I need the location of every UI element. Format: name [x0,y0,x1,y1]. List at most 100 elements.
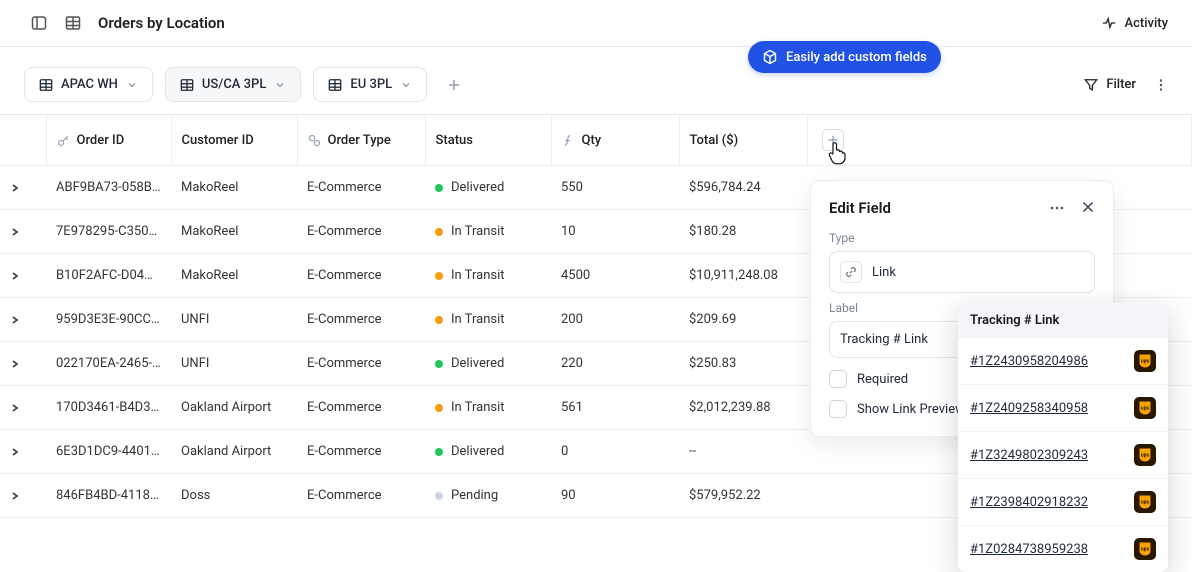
tracking-link-row[interactable]: #1Z2430958204986 ups [958,338,1168,385]
order-type-cell: E-Commerce [297,386,425,430]
tab-apac-wh[interactable]: APAC WH [24,67,153,102]
status-dot-icon [435,272,443,280]
panel-more-button[interactable] [1049,200,1065,216]
order-type-cell: E-Commerce [297,210,425,254]
tracking-link-row[interactable]: #1Z2409258340958 ups [958,385,1168,432]
checkbox-icon [829,400,847,418]
status-dot-icon [435,492,443,500]
plus-icon [827,134,839,146]
filter-button[interactable]: Filter [1084,77,1136,92]
total-cell: $10,911,248.08 [679,254,807,298]
order-type-cell: E-Commerce [297,254,425,298]
tab-label: US/CA 3PL [202,77,267,92]
qty-cell: 10 [551,210,679,254]
order-id-cell: ABF9BA73-058B… [46,166,171,210]
panel-toggle-icon[interactable] [30,14,48,32]
expand-caret[interactable] [0,474,46,518]
total-cell: $2,012,239.88 [679,386,807,430]
customer-id-cell: MakoReel [171,166,297,210]
qty-cell: 90 [551,474,679,518]
customer-id-header[interactable]: Customer ID [171,115,297,166]
qty-header[interactable]: Qty [551,115,679,166]
customer-id-cell: Oakland Airport [171,430,297,474]
tracking-link[interactable]: #1Z0284738959238 [970,542,1088,557]
panel-close-button[interactable] [1081,200,1095,216]
type-select[interactable]: Link [829,251,1095,293]
qty-cell: 220 [551,342,679,386]
qty-cell: 4500 [551,254,679,298]
tab-eu-3pl[interactable]: EU 3PL [313,67,427,102]
required-label: Required [857,372,908,387]
tracking-link-flyout: Tracking # Link #1Z2430958204986ups#1Z24… [958,303,1168,572]
order-type-cell: E-Commerce [297,430,425,474]
tracking-link[interactable]: #1Z2430958204986 [970,354,1088,369]
customer-id-cell: Doss [171,474,297,518]
status-cell: In Transit [425,210,551,254]
tracking-link-row[interactable]: #1Z3249802309243 ups [958,432,1168,479]
type-label: Type [829,231,1095,245]
table-icon [180,78,194,92]
order-type-header[interactable]: Order Type [297,115,425,166]
panel-title: Edit Field [829,199,891,217]
key-icon [57,134,70,147]
tracking-link-row[interactable]: #1Z2398402918232 ups [958,479,1168,526]
order-type-cell: E-Commerce [297,474,425,518]
expand-caret[interactable] [0,342,46,386]
ups-badge-icon: ups [1134,397,1156,419]
ups-badge-icon: ups [1134,538,1156,560]
svg-text:ups: ups [1141,453,1150,459]
add-column-header [807,115,1192,166]
tab-us-ca-3pl[interactable]: US/CA 3PL [165,67,302,102]
add-column-button[interactable] [822,129,844,151]
order-id-cell: 846FB4BD-4118-… [46,474,171,518]
flyout-title: Tracking # Link [958,303,1168,338]
tracking-link-row[interactable]: #1Z0284738959238 ups [958,526,1168,572]
total-header[interactable]: Total ($) [679,115,807,166]
custom-fields-callout[interactable]: Easily add custom fields [748,41,941,73]
status-cell: In Transit [425,298,551,342]
status-dot-icon [435,184,443,192]
table-icon [39,78,53,92]
order-type-cell: E-Commerce [297,166,425,210]
dots-icon [1049,200,1065,216]
more-menu-button[interactable] [1154,78,1168,92]
customer-id-cell: MakoReel [171,254,297,298]
tracking-link[interactable]: #1Z2398402918232 [970,495,1088,510]
tracking-link[interactable]: #1Z3249802309243 [970,448,1088,463]
activity-icon [1102,16,1116,30]
tracking-link[interactable]: #1Z2409258340958 [970,401,1088,416]
expand-caret[interactable] [0,386,46,430]
add-tab-button[interactable] [439,70,469,100]
expand-caret[interactable] [0,166,46,210]
expand-caret[interactable] [0,210,46,254]
header-label: Order ID [77,133,125,148]
status-header[interactable]: Status [425,115,551,166]
chevron-down-icon [400,79,412,91]
expand-caret[interactable] [0,254,46,298]
expand-caret[interactable] [0,430,46,474]
qty-cell: 550 [551,166,679,210]
customer-id-cell: UNFI [171,298,297,342]
ups-badge-icon: ups [1134,491,1156,513]
order-id-cell: B10F2AFC-D04A… [46,254,171,298]
status-cell: In Transit [425,254,551,298]
table-icon [64,14,82,32]
total-cell: $596,784.24 [679,166,807,210]
order-id-cell: 022170EA-2465-… [46,342,171,386]
total-cell: $180.28 [679,210,807,254]
status-cell: Delivered [425,430,551,474]
header-label: Qty [582,133,602,148]
page-title: Orders by Location [98,14,225,32]
ups-badge-icon: ups [1134,350,1156,372]
status-cell: Delivered [425,342,551,386]
kebab-icon [1154,78,1168,92]
header-label: Total ($) [690,133,739,148]
expand-caret[interactable] [0,298,46,342]
header-label: Customer ID [182,133,254,148]
svg-text:ups: ups [1141,547,1150,553]
order-id-header[interactable]: Order ID [46,115,171,166]
activity-button[interactable]: Activity [1102,16,1168,31]
svg-text:ups: ups [1141,406,1150,412]
table-header-row: Order ID Customer ID Order Type Status Q… [0,115,1192,166]
ups-badge-icon: ups [1134,444,1156,466]
